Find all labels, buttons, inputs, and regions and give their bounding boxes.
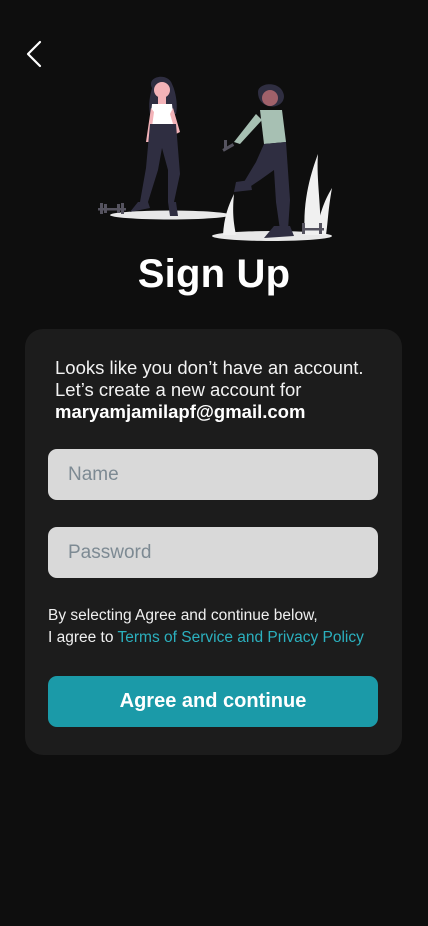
back-button[interactable] xyxy=(20,38,48,70)
name-input[interactable] xyxy=(48,449,378,500)
intro-line-2: Let’s create a new account for xyxy=(55,379,302,400)
sign-up-card: Looks like you don’t have an account. Le… xyxy=(25,329,402,755)
terms-text: By selecting Agree and continue below, I… xyxy=(48,605,393,649)
terms-prefix: I agree to xyxy=(48,629,118,646)
sign-up-screen: Sign Up Looks like you don’t have an acc… xyxy=(0,0,428,926)
intro-line-1: Looks like you don’t have an account. xyxy=(55,357,364,378)
page-title: Sign Up xyxy=(137,252,291,296)
terms-line-1: By selecting Agree and continue below, xyxy=(48,607,318,624)
agree-continue-button[interactable]: Agree and continue xyxy=(48,676,378,727)
password-input[interactable] xyxy=(48,527,378,578)
fitness-illustration xyxy=(98,76,332,241)
terms-privacy-link[interactable]: Terms of Service and Privacy Policy xyxy=(118,629,364,646)
intro-text: Looks like you don’t have an account. Le… xyxy=(55,357,385,423)
email-address: maryamjamilapf@gmail.com xyxy=(55,401,306,422)
chevron-left-icon xyxy=(26,40,42,68)
